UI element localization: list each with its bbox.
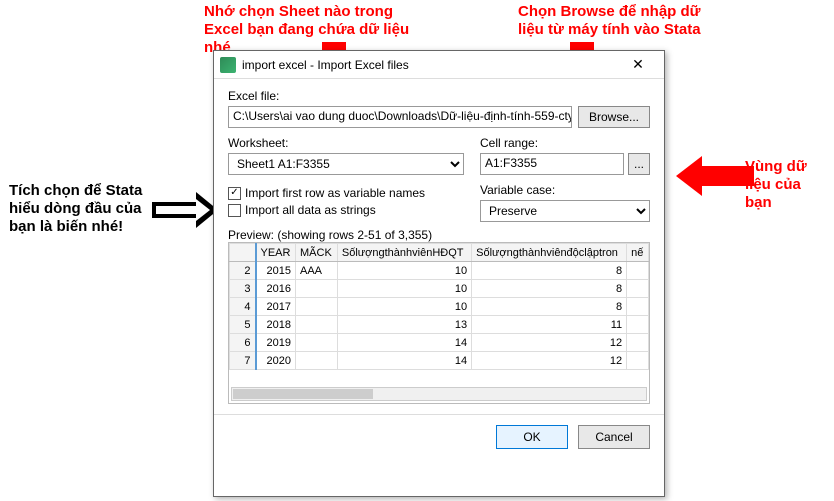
allstrings-checkbox[interactable]: [228, 204, 241, 217]
arrow-firstrow-icon: [152, 192, 218, 228]
column-header[interactable]: Sốlượngthànhviênđộclậptron: [472, 244, 627, 262]
worksheet-select[interactable]: Sheet1 A1:F3355: [228, 153, 464, 175]
excel-file-label: Excel file:: [228, 89, 650, 103]
firstrow-checkbox[interactable]: ✓: [228, 187, 241, 200]
table-row[interactable]: 32016108: [230, 280, 649, 298]
table-row[interactable]: 42017108: [230, 298, 649, 316]
column-header[interactable]: SốlượngthànhviênHĐQT: [337, 244, 471, 262]
cancel-button[interactable]: Cancel: [578, 425, 650, 449]
titlebar: import excel - Import Excel files ✕: [214, 51, 664, 79]
arrow-range-icon: [676, 156, 754, 196]
annotation-firstrow: Tích chọn để Stata hiểu dòng đầu của bạn…: [9, 182, 159, 236]
annotation-browse: Chọn Browse để nhập dữ liệu từ máy tính …: [518, 3, 728, 39]
browse-button[interactable]: Browse...: [578, 106, 650, 128]
firstrow-checkbox-label: Import first row as variable names: [245, 186, 425, 200]
ok-button[interactable]: OK: [496, 425, 568, 449]
preview-grid[interactable]: YEARMÃCKSốlượngthànhviênHĐQTSốlượngthành…: [228, 242, 650, 404]
varcase-select[interactable]: Preserve: [480, 200, 650, 222]
table-row[interactable]: 720201412: [230, 352, 649, 370]
preview-label: Preview: (showing rows 2-51 of 3,355): [228, 228, 650, 242]
column-header[interactable]: MÃCK: [296, 244, 338, 262]
close-icon[interactable]: ✕: [618, 56, 658, 73]
column-header[interactable]: nế: [627, 244, 649, 262]
table-row[interactable]: 620191412: [230, 334, 649, 352]
app-icon: [220, 57, 236, 73]
excel-file-input[interactable]: C:\Users\ai vao dung duoc\Downloads\Dữ-l…: [228, 106, 572, 128]
horizontal-scrollbar[interactable]: [231, 387, 647, 401]
worksheet-label: Worksheet:: [228, 136, 464, 150]
dialog-title: import excel - Import Excel files: [242, 58, 618, 72]
varcase-label: Variable case:: [480, 183, 650, 197]
annotation-range: Vùng dữ liệu của bạn: [745, 158, 830, 212]
cellrange-label: Cell range:: [480, 136, 650, 150]
cellrange-browse-button[interactable]: ...: [628, 153, 650, 175]
cellrange-input[interactable]: A1:F3355: [480, 153, 624, 175]
column-header[interactable]: YEAR: [256, 244, 296, 262]
allstrings-checkbox-label: Import all data as strings: [245, 203, 376, 217]
table-row[interactable]: 22015AAA108: [230, 262, 649, 280]
import-excel-dialog: import excel - Import Excel files ✕ Exce…: [213, 50, 665, 497]
table-row[interactable]: 520181311: [230, 316, 649, 334]
